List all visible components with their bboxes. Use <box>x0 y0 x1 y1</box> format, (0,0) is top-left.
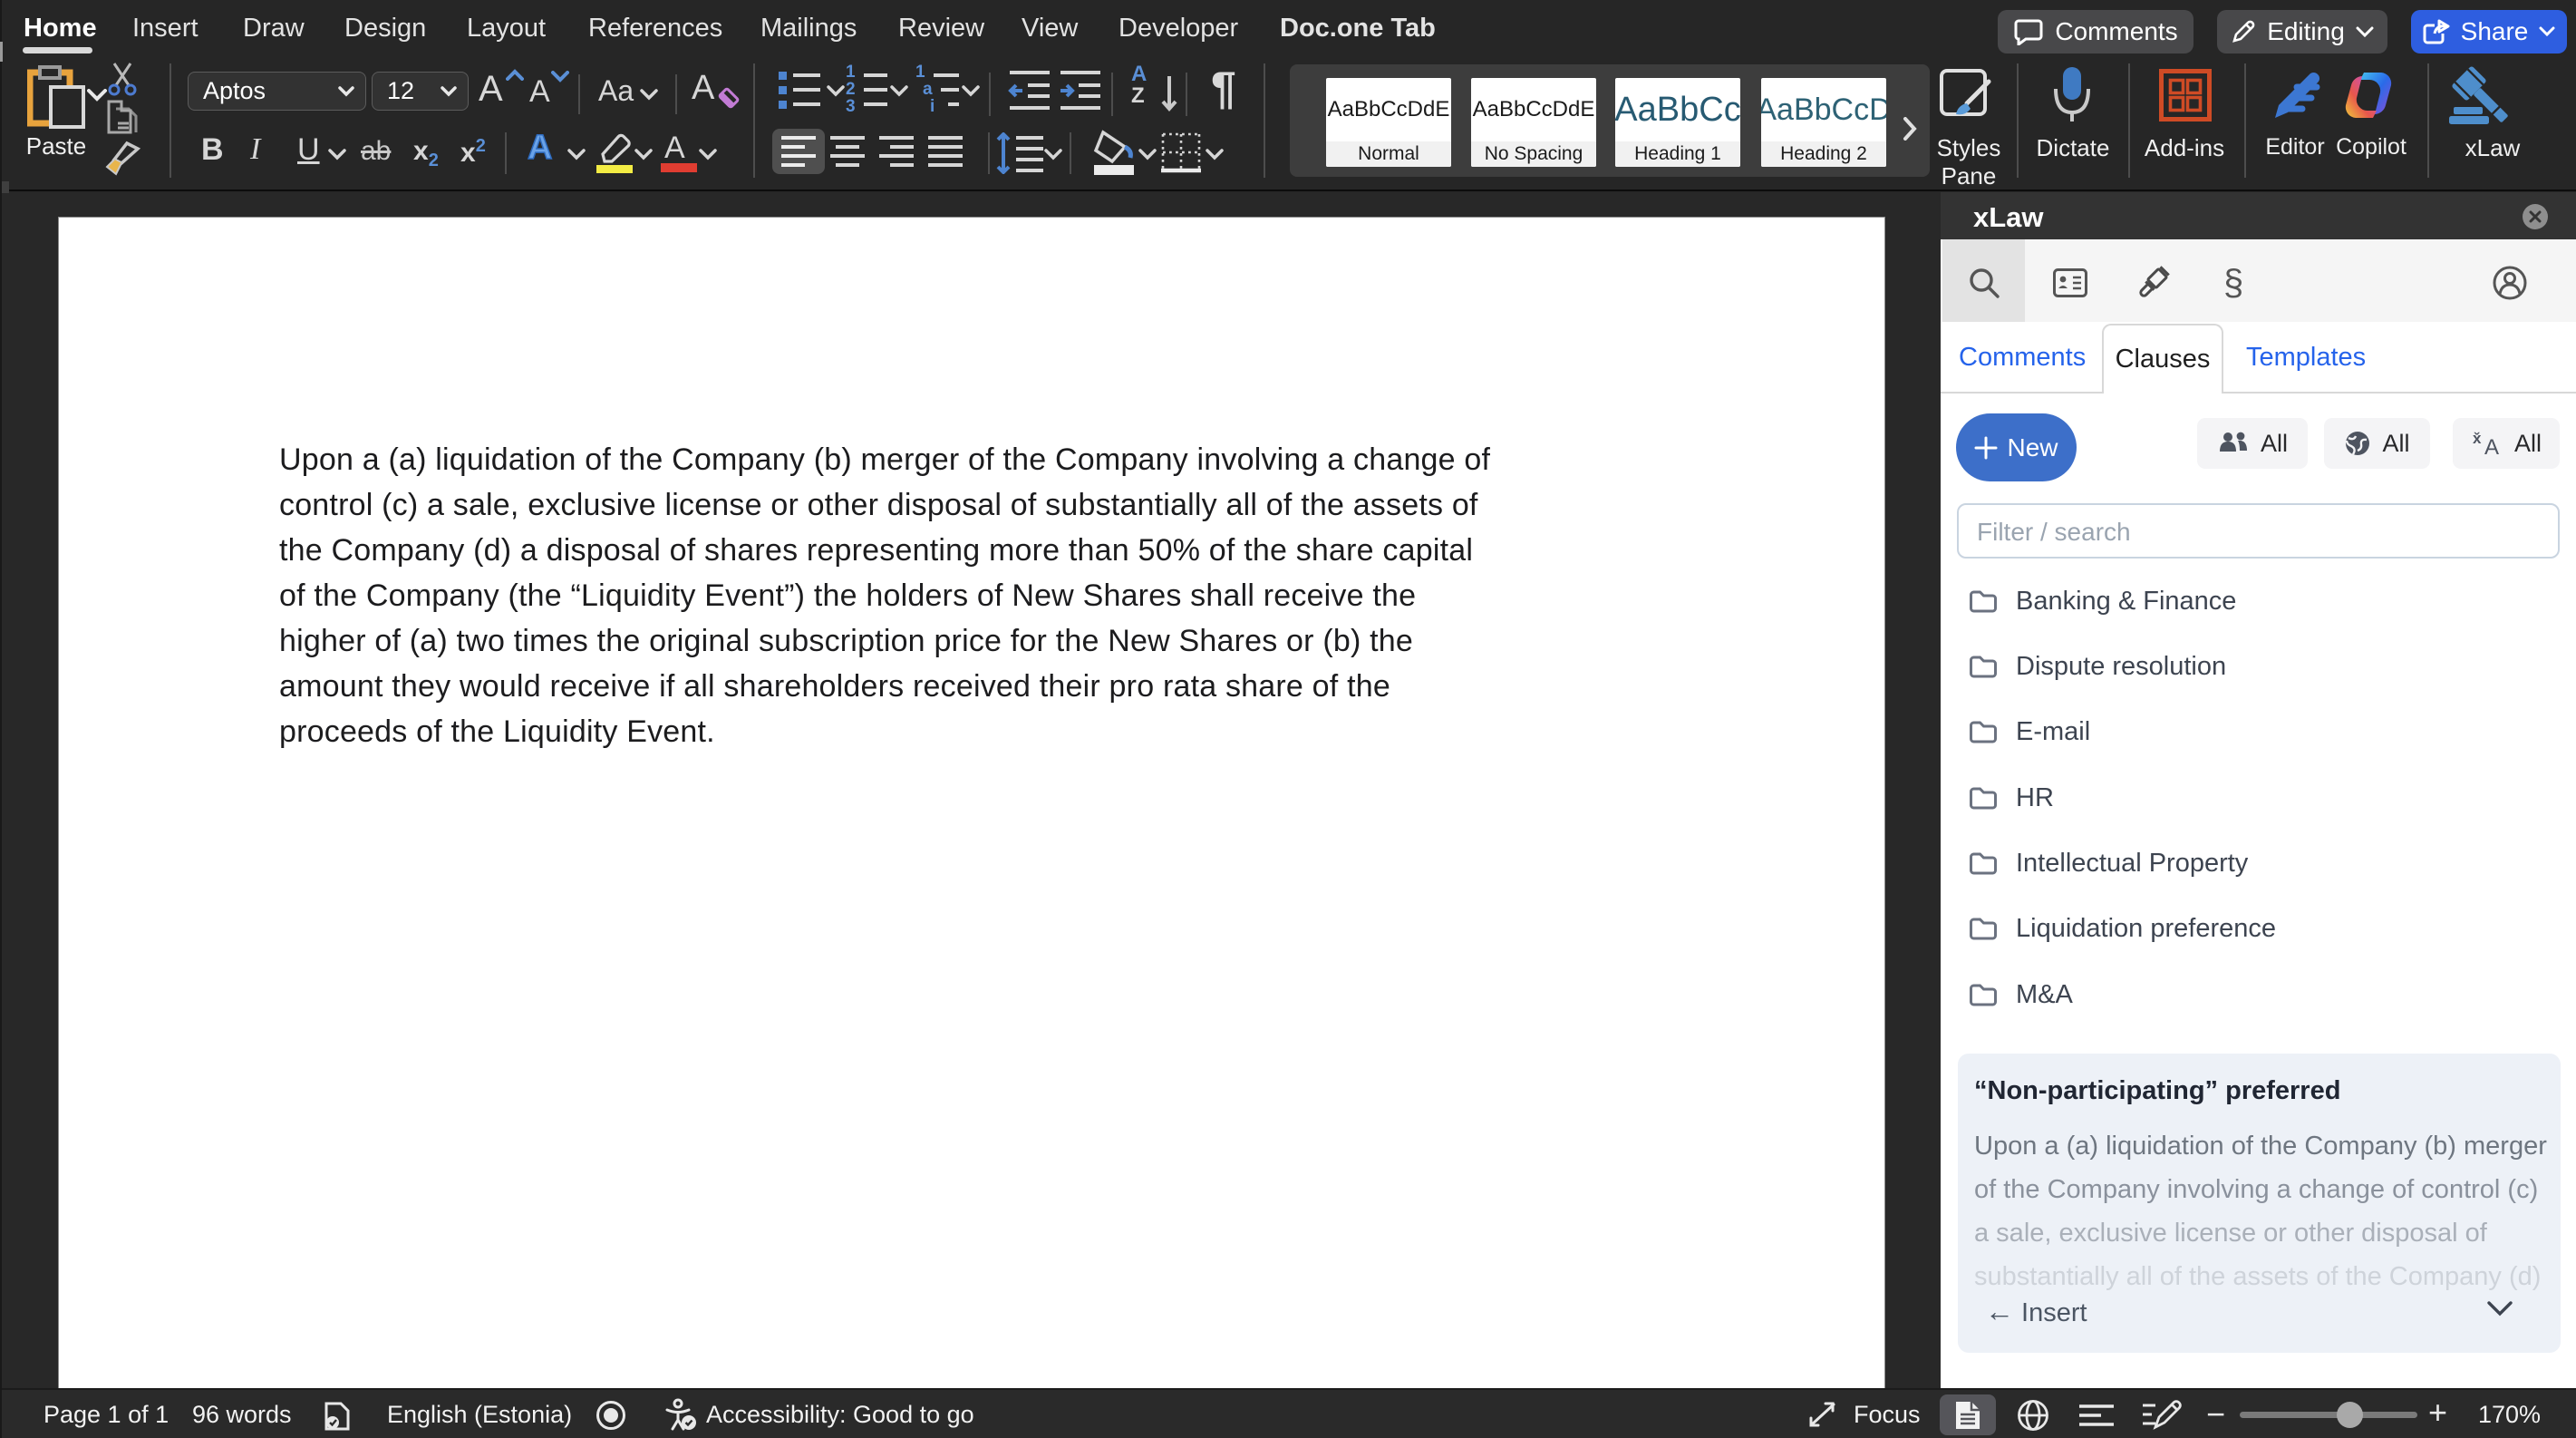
svg-text:x̌: x̌ <box>2473 430 2482 447</box>
svg-text:A: A <box>2484 435 2499 458</box>
